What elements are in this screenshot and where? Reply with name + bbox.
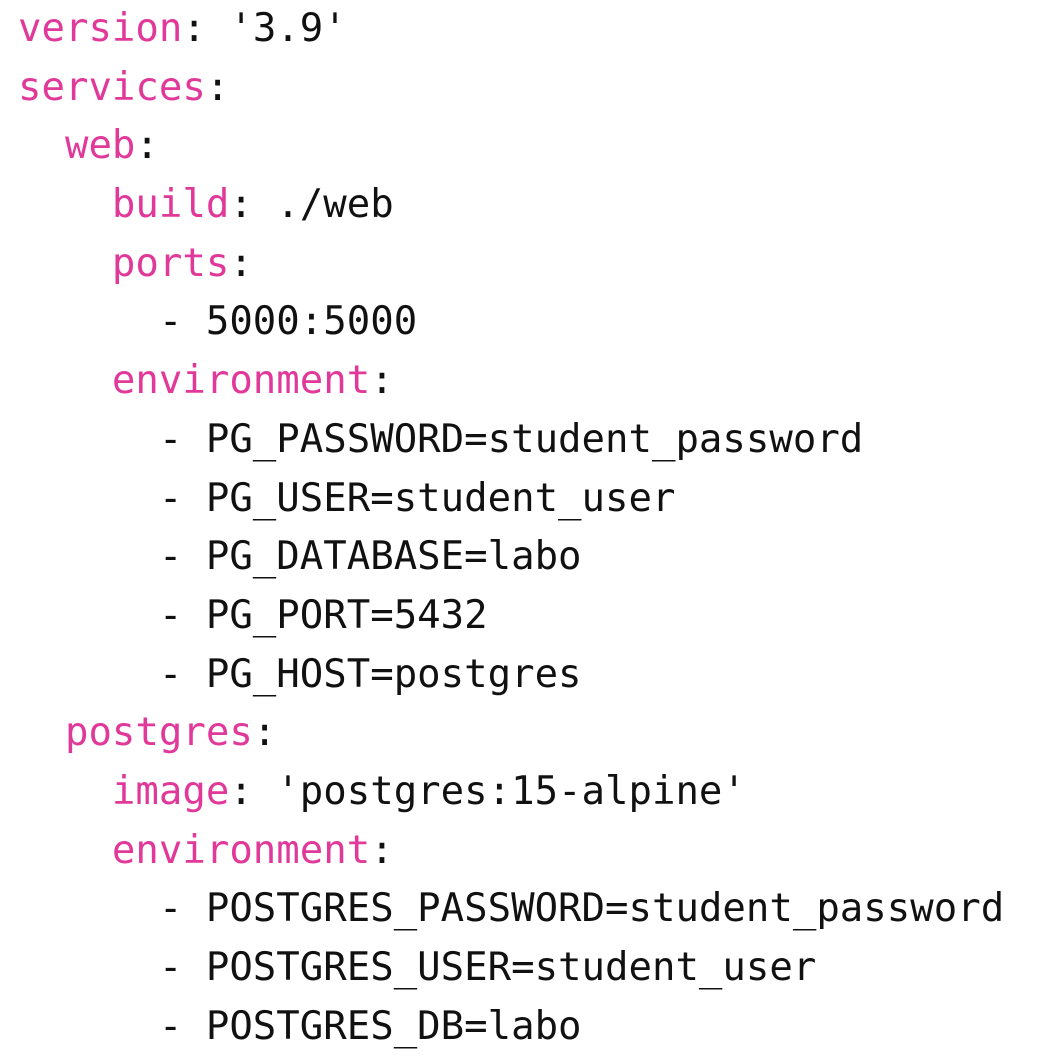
yaml-separator: : [229,182,277,228]
code-line: - PG_USER=student_user [18,470,1004,529]
yaml-value: - PG_DATABASE=labo [158,534,582,580]
yaml-separator: : [370,827,394,873]
yaml-value: - PG_HOST=postgres [158,651,582,697]
yaml-key: environment [111,827,371,873]
yaml-key: version [18,6,183,51]
yaml-value: - PG_PORT=5432 [158,592,488,638]
yaml-separator: : [182,6,230,51]
yaml-key: build [111,182,230,228]
yaml-value: - POSTGRES_PASSWORD=student_password [158,886,1005,932]
yaml-value: - PG_USER=student_user [158,475,676,521]
code-line: - PG_HOST=postgres [18,646,1004,705]
yaml-key: image [111,768,230,814]
code-line: - POSTGRES_DB=labo [18,998,1004,1056]
yaml-separator: : [252,710,277,756]
code-line: - PG_PORT=5432 [18,587,1004,646]
code-line: - POSTGRES_PASSWORD=student_password [18,880,1004,939]
yaml-code-block: version: '3.9' services: web: build: ./we… [18,0,1004,1056]
code-line: - POSTGRES_USER=student_user [18,939,1004,998]
yaml-key: web [64,123,136,169]
yaml-value: 'postgres:15-alpine' [276,768,746,814]
yaml-key: services [18,64,206,110]
code-line: services: [18,59,1004,118]
code-line: web: [18,117,1004,176]
yaml-separator: : [229,768,277,814]
code-line: - PG_DATABASE=labo [18,528,1004,587]
code-line: postgres: [18,704,1004,763]
code-line: - 5000:5000 [18,293,1004,352]
yaml-separator: : [370,358,394,404]
yaml-key: ports [111,240,230,286]
code-line: build: ./web [18,176,1004,235]
code-line: environment: [18,352,1004,411]
yaml-value: - POSTGRES_DB=labo [158,1003,582,1049]
code-line: environment: [18,822,1004,881]
yaml-separator: : [135,123,159,169]
yaml-key: environment [111,358,371,404]
yaml-value: ./web [276,182,394,228]
yaml-separator: : [229,240,253,286]
yaml-separator: : [205,64,230,110]
code-line: image: 'postgres:15-alpine' [18,763,1004,822]
yaml-key: postgres [64,710,253,756]
yaml-value: - POSTGRES_USER=student_user [158,945,817,990]
code-line: - PG_PASSWORD=student_password [18,411,1004,470]
yaml-value: - PG_PASSWORD=student_password [158,416,864,462]
yaml-value: '3.9' [229,6,347,51]
code-line: version: '3.9' [18,0,1004,59]
yaml-value: - 5000:5000 [158,299,418,345]
code-line: ports: [18,235,1004,294]
